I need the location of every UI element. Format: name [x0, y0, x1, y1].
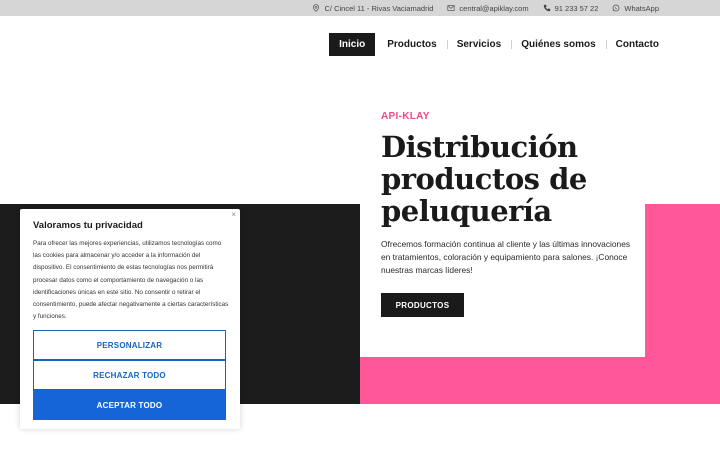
productos-cta-button[interactable]: PRODUCTOS [381, 293, 464, 317]
nav-item-inicio[interactable]: Inicio [329, 33, 376, 56]
nav-item-servicios[interactable]: Servicios [446, 33, 511, 56]
address-item[interactable]: C/ Cincel 11 - Rivas Vaciamadrid [312, 4, 433, 13]
hero-title: Distribución productos de peluquería [381, 131, 641, 227]
whatsapp-icon [612, 4, 620, 12]
main-nav: Inicio Productos Servicios Quiénes somos… [329, 33, 659, 56]
nav-item-productos[interactable]: Productos [377, 33, 446, 56]
cookie-body-text: Para ofrecer las mejores experiencias, u… [33, 240, 229, 321]
cookie-title: Valoramos tu privacidad [33, 220, 143, 231]
phone-text: 91 233 57 22 [554, 3, 599, 13]
nav-item-contacto[interactable]: Contacto [605, 33, 659, 56]
phone-icon [543, 4, 550, 12]
whatsapp-item[interactable]: WhatsApp [612, 4, 659, 13]
customize-button[interactable]: PERSONALIZAR [33, 330, 226, 360]
hero-title-line: productos de [381, 162, 587, 196]
email-item[interactable]: central@apiklay.com [447, 3, 529, 13]
hero-eyebrow: API-KLAY [381, 111, 430, 122]
nav-item-quienes-somos[interactable]: Quiénes somos [511, 33, 605, 56]
hero-title-line: peluquería [381, 194, 552, 228]
accept-all-button[interactable]: ACEPTAR TODO [33, 390, 226, 420]
location-pin-icon [313, 4, 320, 12]
top-bar: C/ Cincel 11 - Rivas Vaciamadrid central… [0, 0, 720, 16]
hero-title-line: Distribución [381, 130, 578, 164]
page: C/ Cincel 11 - Rivas Vaciamadrid central… [0, 0, 720, 450]
email-text: central@apiklay.com [459, 3, 529, 13]
address-text: C/ Cincel 11 - Rivas Vaciamadrid [324, 3, 434, 13]
phone-item[interactable]: 91 233 57 22 [543, 3, 599, 13]
whatsapp-text: WhatsApp [624, 3, 659, 13]
cookie-consent-dialog: × Valoramos tu privacidad Para ofrecer l… [20, 209, 240, 429]
close-icon[interactable]: × [231, 210, 236, 219]
hero-description: Ofrecemos formación continua al cliente … [381, 239, 631, 275]
reject-all-button[interactable]: RECHAZAR TODO [33, 360, 226, 390]
mail-icon [447, 5, 455, 11]
